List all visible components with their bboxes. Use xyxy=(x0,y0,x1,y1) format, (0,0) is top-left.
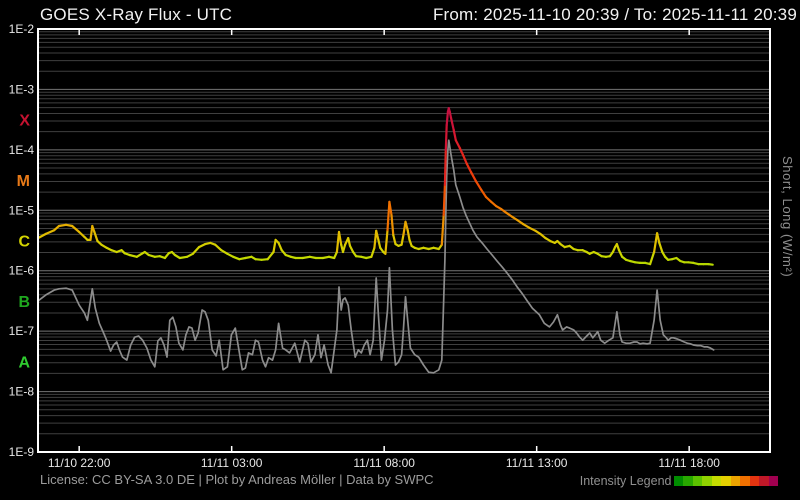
legend-color-block xyxy=(711,476,721,486)
series-long-segment xyxy=(384,229,389,255)
series-long-segment xyxy=(392,234,397,246)
x-tick-label: 11/11 13:00 xyxy=(506,456,568,470)
series-long-segment xyxy=(390,214,395,237)
series-long-segment xyxy=(454,139,461,150)
series-long-segment xyxy=(347,237,352,247)
flare-class-label: A xyxy=(18,354,30,371)
y-tick-label: 1E-9 xyxy=(9,445,35,459)
series-long-segment xyxy=(44,229,56,235)
x-tick-label: 11/11 18:00 xyxy=(658,456,720,470)
series-long-segment xyxy=(442,183,446,217)
series-long-segment xyxy=(71,224,81,234)
y-tick-label: 1E-2 xyxy=(9,22,35,36)
series-long-segment xyxy=(178,255,189,260)
y-tick-label: 1E-4 xyxy=(9,143,35,157)
series-long-segment xyxy=(93,230,99,243)
legend-color-block xyxy=(702,476,712,486)
series-long-segment xyxy=(266,250,275,261)
x-tick-label: 11/10 22:00 xyxy=(48,456,111,470)
y-tick-label: 1E-3 xyxy=(9,82,35,96)
y-tick-label: 1E-8 xyxy=(9,385,35,399)
series-long-segment xyxy=(648,250,656,266)
series-long-segment xyxy=(128,253,138,258)
x-tick-label: 11/11 08:00 xyxy=(353,456,415,470)
series-long-segment xyxy=(214,243,223,252)
right-axis-label: Short, Long (W/m²) xyxy=(780,156,795,278)
y-tick-label: 1E-6 xyxy=(9,264,35,278)
series-long-segment xyxy=(400,234,405,246)
flare-class-label: M xyxy=(17,173,30,190)
series-long-segment xyxy=(445,110,449,127)
series-long-segment xyxy=(474,180,483,191)
legend-color-block xyxy=(692,476,702,486)
y-tick-label: 1E-5 xyxy=(9,203,35,217)
xray-flux-chart: 11/10 22:00 11/11 03:00 11/11 08:00 11/11 1… xyxy=(9,22,771,470)
legend-color-block xyxy=(768,476,778,486)
legend-color-block xyxy=(683,476,693,486)
series-long-segment xyxy=(707,263,714,266)
y-tick-label: 1E-7 xyxy=(9,324,35,338)
series-long-segment xyxy=(341,243,347,254)
series-long-segment xyxy=(443,148,447,186)
series-long-segment xyxy=(458,146,464,156)
flare-class-label: X xyxy=(19,113,30,130)
series-long-segment xyxy=(444,123,448,151)
legend-color-block xyxy=(740,476,750,486)
series-long-segment xyxy=(480,188,488,199)
license-text: License: CC BY-SA 3.0 DE | Plot by Andre… xyxy=(40,472,434,487)
legend-color-block xyxy=(730,476,740,486)
intensity-legend: Intensity Legend xyxy=(580,474,778,488)
series-long-segment xyxy=(449,116,455,131)
legend-color-block xyxy=(673,476,683,486)
series-long-segment xyxy=(406,229,411,241)
goes-xray-flux-app: GOES X-Ray Flux - UTC From: 2025-11-10 2… xyxy=(0,0,800,500)
x-tick-label: 11/11 03:00 xyxy=(201,456,263,470)
intensity-legend-gradient xyxy=(673,476,778,486)
legend-color-block xyxy=(749,476,759,486)
series-long-segment xyxy=(658,241,664,254)
series-long-segment xyxy=(375,229,380,241)
series-long-segment xyxy=(377,238,382,249)
intensity-legend-label: Intensity Legend xyxy=(579,474,672,488)
series-long-segment xyxy=(370,246,376,258)
series-long-segment xyxy=(277,241,283,252)
legend-color-block xyxy=(759,476,769,486)
legend-color-block xyxy=(721,476,731,486)
flare-class-label: C xyxy=(18,234,30,251)
flare-class-label: B xyxy=(18,294,30,311)
